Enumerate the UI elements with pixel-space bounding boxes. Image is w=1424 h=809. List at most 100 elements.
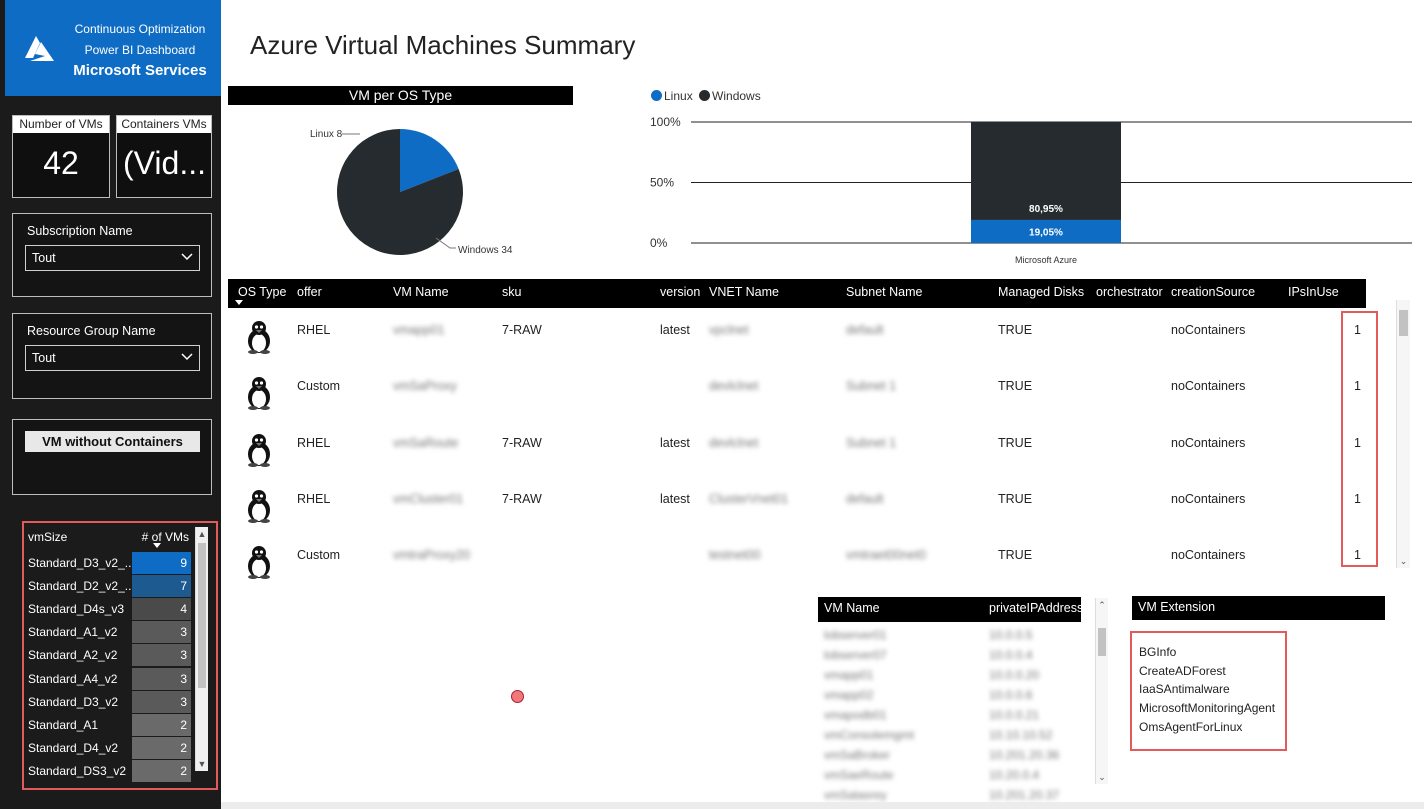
linux-tux-icon: [248, 433, 270, 467]
vmsize-row[interactable]: Standard_D3_v2_... 9: [28, 552, 191, 574]
vmsize-name: Standard_A1: [28, 717, 99, 732]
ip-cell-name: lobserver01: [824, 628, 887, 642]
stacked-bar-chart: 100% 50% 0% 19,05% 80,95% Microsoft Azure: [650, 115, 1412, 265]
scroll-thumb[interactable]: [1399, 310, 1408, 336]
vm-cell-source: noContainers: [1171, 548, 1246, 563]
vm-table-row[interactable]: Custom vmtraProxy20 testnet00 vmtraet00net0…: [228, 540, 1366, 596]
vmsize-col-count[interactable]: # of VMs: [142, 530, 189, 544]
scroll-up-icon[interactable]: ▲: [196, 527, 208, 541]
ip-table-row[interactable]: vmConsolemgmt 10.10.10.52: [818, 725, 1081, 745]
vm-table-row[interactable]: RHEL vmSaRoute 7-RAW latest devlclnet Subnet …: [228, 428, 1366, 484]
scroll-down-icon[interactable]: ⌄: [1397, 554, 1410, 568]
subscription-dropdown[interactable]: Tout: [25, 245, 200, 271]
vm-col-header[interactable]: IPsInUse: [1288, 285, 1339, 299]
page-title: Azure Virtual Machines Summary: [250, 30, 636, 60]
bar-data-label: 19,05%: [1029, 227, 1063, 238]
linux-tux-icon: [248, 377, 270, 411]
vmsize-name: Standard_A1_v2: [28, 625, 118, 640]
vm-cell-disks: TRUE: [998, 323, 1033, 337]
containers-label: Containers VMs: [117, 116, 211, 133]
vm-col-header[interactable]: Managed Disks: [998, 285, 1084, 299]
vmsize-count: 3: [132, 644, 191, 667]
ip-cell-address: 10.0.0.6: [989, 688, 1033, 702]
scroll-up-icon[interactable]: ⌃: [1096, 598, 1108, 612]
ip-cell-address: 10.20.0.4: [989, 768, 1040, 782]
linux-tux-icon: [248, 489, 270, 523]
ip-col-vmname[interactable]: VM Name: [824, 601, 880, 615]
footer-bar: [221, 802, 1424, 809]
extension-item[interactable]: MicrosoftMonitoringAgent: [1139, 701, 1275, 715]
scroll-thumb[interactable]: [1098, 628, 1106, 656]
vmsize-row[interactable]: Standard_D3_v2 3: [28, 690, 191, 713]
vm-col-header[interactable]: VNET Name: [709, 285, 779, 299]
vm-col-header[interactable]: VM Name: [393, 285, 449, 299]
vm-cell-vm: vmtraProxy20: [393, 548, 471, 563]
vmsize-name: Standard_D3_v2_...: [28, 556, 132, 570]
containers-card: Containers VMs (Vid...: [116, 115, 212, 198]
ip-table-row[interactable]: vmapodb01 10.0.0.21: [818, 705, 1081, 725]
extension-item[interactable]: IaaSAntimalware: [1139, 682, 1230, 696]
extension-item[interactable]: BGInfo: [1139, 645, 1176, 659]
ip-table-row[interactable]: lobserver01 10.0.0.5: [818, 625, 1081, 645]
vmsize-row[interactable]: Standard_DS3_v2 2: [28, 759, 191, 782]
ip-table-row[interactable]: vmapp01 10.0.0.20: [818, 665, 1081, 685]
vmsize-count: 4: [132, 598, 191, 621]
vmsize-count: 3: [132, 690, 191, 713]
vm-table-row[interactable]: RHEL vmCluster01 7-RAW latest ClusterVnet01 d…: [228, 484, 1366, 540]
vmsize-count: 2: [132, 713, 191, 736]
vm-cell-subnet: Subnet 1: [846, 379, 897, 394]
vm-cell-disks: TRUE: [998, 491, 1033, 506]
vm-table-scrollbar[interactable]: ⌄: [1396, 300, 1410, 568]
ip-cell-address: 10.10.10.52: [989, 728, 1053, 742]
extension-item[interactable]: OmsAgentForLinux: [1139, 720, 1242, 734]
ip-table-row[interactable]: vmSaeRoute 10.20.0.4: [818, 765, 1081, 785]
resource-group-dropdown[interactable]: Tout: [25, 345, 200, 371]
vm-col-header[interactable]: offer: [297, 285, 322, 299]
vmsize-row[interactable]: Standard_A1_v2 3: [28, 621, 191, 644]
vmsize-row[interactable]: Standard_A1 2: [28, 713, 191, 736]
vm-table-row[interactable]: Custom vmSaProxy devlclnet Subnet 1 TRUE noCo…: [228, 371, 1366, 427]
vmsize-row[interactable]: Standard_D2_v2_... 7: [28, 575, 191, 598]
bar-data-label: 80,95%: [1029, 204, 1063, 215]
vmsize-col-name[interactable]: vmSize: [28, 530, 67, 544]
vm-col-header[interactable]: creationSource: [1171, 285, 1255, 299]
vmsize-row[interactable]: Standard_D4s_v3 4: [28, 598, 191, 621]
ip-cell-name: vmSaeRoute: [824, 768, 894, 782]
vmsize-count: 7: [132, 575, 191, 598]
vm-table: OS Type offer VM Name sku version VNET Name Su…: [228, 279, 1366, 580]
ip-table-row[interactable]: lobserver07 10.0.0.4: [818, 645, 1081, 665]
sidebar: Continuous Optimization Power BI Dashboa…: [0, 0, 221, 809]
legend-linux-swatch: [651, 90, 662, 101]
sort-desc-icon: [235, 300, 243, 305]
ip-col-address[interactable]: privateIPAddress: [989, 601, 1083, 615]
vm-col-header[interactable]: version: [660, 285, 700, 299]
ip-table-row[interactable]: vmapp02 10.0.0.6: [818, 685, 1081, 705]
vmsize-name: Standard_DS3_v2: [28, 763, 127, 778]
vmsize-row[interactable]: Standard_A2_v2 3: [28, 644, 191, 667]
vm-table-row[interactable]: RHEL vmapp01 7-RAW latest vpclnet default TRUE…: [228, 315, 1366, 371]
ip-cell-address: 10.201.20.36: [989, 748, 1060, 762]
chevron-down-icon: [181, 353, 193, 361]
vmsize-count: 2: [132, 759, 191, 782]
vm-col-header[interactable]: sku: [502, 285, 521, 299]
vm-cell-version: latest: [660, 435, 690, 450]
ip-table-scrollbar[interactable]: ⌃ ⌄: [1095, 598, 1108, 784]
vm-col-header[interactable]: Subnet Name: [846, 285, 922, 299]
vm-col-header[interactable]: orchestrator: [1096, 285, 1163, 299]
vm-cell-vnet: devlclnet: [709, 435, 759, 450]
ip-cell-name: vmSaBroker: [824, 748, 891, 762]
vm-cell-offer: Custom: [297, 548, 341, 563]
extension-item[interactable]: CreateADForest: [1139, 664, 1226, 678]
vm-without-containers-button[interactable]: VM without Containers: [25, 431, 200, 452]
vmsize-row[interactable]: Standard_D4_v2 2: [28, 736, 191, 759]
vmsize-row[interactable]: Standard_A4_v2 3: [28, 667, 191, 690]
scroll-down-icon[interactable]: ⌄: [1096, 770, 1108, 784]
vm-col-header[interactable]: OS Type: [238, 285, 286, 299]
vmsize-name: Standard_A4_v2: [28, 671, 118, 686]
scroll-down-icon[interactable]: ▼: [196, 757, 208, 771]
ip-table-row[interactable]: vmSaBroker 10.201.20.36: [818, 745, 1081, 765]
vmsize-scrollbar[interactable]: ▲ ▼: [195, 527, 208, 771]
ip-cell-name: lobserver07: [824, 648, 887, 662]
resource-group-label: Resource Group Name: [27, 324, 156, 338]
scroll-thumb[interactable]: [198, 543, 206, 688]
